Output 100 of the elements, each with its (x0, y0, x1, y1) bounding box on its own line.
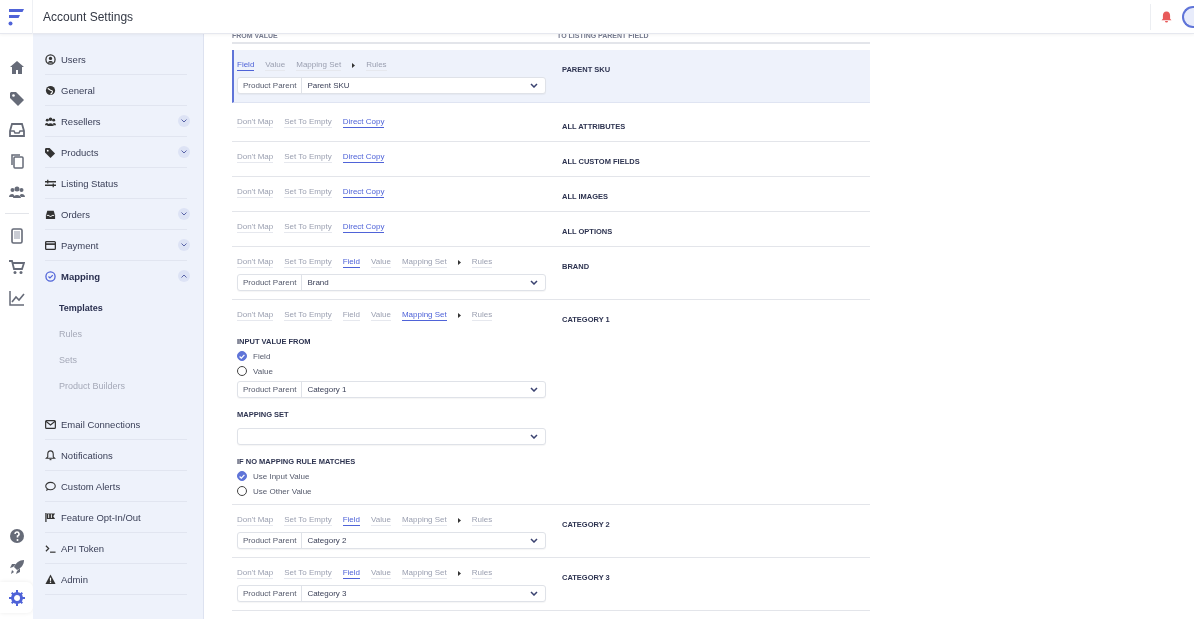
dropdown-field[interactable]: Product Parent Brand (237, 274, 546, 291)
mapping-option-tab[interactable]: Direct Copy (342, 151, 385, 163)
mapping-option-tab[interactable]: Value (265, 59, 286, 71)
dropdown-field[interactable]: Product Parent Category 3 (237, 585, 546, 602)
mapping-option-tab[interactable]: Set To Empty (284, 514, 332, 526)
chevron-down-icon (530, 280, 538, 285)
mapping-option-tab[interactable]: Rules (366, 59, 387, 71)
expand-toggle[interactable] (178, 115, 190, 127)
mapping-option-tab[interactable]: Value (371, 256, 391, 268)
mapping-option-tab[interactable]: Set To Empty (284, 309, 332, 321)
copy-icon[interactable] (8, 152, 25, 169)
mapping-option-tab[interactable]: Don't Map (237, 221, 274, 233)
chevron-down-icon (530, 538, 538, 543)
mapping-option-tab[interactable]: Field (342, 256, 360, 268)
sidebar-item[interactable]: API Token (45, 533, 193, 563)
radio-label: Field (253, 351, 271, 361)
chevron-down-icon (181, 243, 187, 247)
check-circle-icon (45, 270, 56, 282)
sidebar-item[interactable]: General (45, 75, 193, 105)
users-icon (45, 115, 56, 127)
mapping-option-tab[interactable]: Value (371, 514, 391, 526)
mapping-option-tab[interactable]: Direct Copy (342, 116, 385, 128)
mapping-option-tab[interactable]: Value (371, 309, 391, 321)
chevron-up-icon (181, 274, 187, 278)
submenu-item[interactable]: Sets (59, 347, 193, 373)
mapping-option-tab[interactable]: Mapping Set (401, 309, 447, 321)
help-icon[interactable] (8, 527, 25, 544)
mapping-option-tab[interactable]: Set To Empty (284, 256, 332, 268)
inbox-icon[interactable] (8, 121, 25, 138)
rocket-icon[interactable] (8, 558, 25, 575)
expand-toggle[interactable] (178, 146, 190, 158)
mapping-option-tab[interactable]: Set To Empty (284, 151, 332, 163)
globe-icon (45, 84, 56, 96)
mapping-option-tab[interactable]: Set To Empty (284, 186, 332, 198)
submenu-item[interactable]: Product Builders (59, 373, 193, 399)
sidebar-item[interactable]: Mapping (45, 261, 193, 291)
mapping-option-tab[interactable]: Set To Empty (284, 221, 332, 233)
mapping-option-tab[interactable]: Rules (471, 567, 493, 579)
submenu-item[interactable]: Templates (59, 295, 193, 321)
sliders-icon (45, 177, 56, 189)
radio-button[interactable] (237, 351, 247, 361)
sidebar-item[interactable]: Products (45, 137, 193, 167)
chevron-down-icon (181, 212, 187, 216)
expand-toggle[interactable] (178, 270, 190, 282)
mapping-option-tab[interactable]: Direct Copy (342, 186, 385, 198)
mapping-option-tab[interactable]: Field (342, 514, 360, 526)
expand-toggle[interactable] (178, 239, 190, 251)
mapping-option-tab[interactable]: Value (371, 567, 391, 579)
home-icon[interactable] (8, 59, 25, 76)
mapping-option-tab[interactable]: Don't Map (237, 309, 274, 321)
sidebar-item[interactable]: Email Connections (45, 409, 193, 439)
sidebar-item[interactable]: Notifications (45, 440, 193, 470)
mapping-option-tab[interactable]: Rules (471, 514, 493, 526)
sidebar-item[interactable]: Orders (45, 199, 193, 229)
mapping-option-tab[interactable]: Set To Empty (284, 116, 332, 128)
flag-icon (45, 511, 56, 523)
mapping-option-tab[interactable]: Mapping Set (401, 514, 447, 526)
expand-toggle[interactable] (178, 208, 190, 220)
dropdown-field[interactable] (237, 428, 546, 445)
terminal-icon (45, 542, 56, 554)
notification-bell-icon[interactable] (1161, 10, 1172, 23)
mapping-option-tab[interactable]: Rules (471, 256, 493, 268)
dropdown-field[interactable]: Product Parent Category 2 (237, 532, 546, 549)
settings-icon[interactable] (8, 589, 25, 606)
check-icon (239, 353, 245, 359)
envelope-icon (45, 418, 56, 430)
dropdown-field[interactable]: Product Parent Parent SKU (237, 77, 546, 94)
sidebar-item[interactable]: Custom Alerts (45, 471, 193, 501)
tablet-icon[interactable] (8, 227, 25, 244)
cart-icon[interactable] (8, 258, 25, 275)
mapping-option-tab[interactable]: Mapping Set (296, 59, 342, 71)
mapping-option-tab[interactable]: Don't Map (237, 151, 274, 163)
sidebar-item[interactable]: Admin (45, 564, 193, 594)
mapping-option-tab[interactable]: Field (237, 59, 255, 71)
mapping-option-tab[interactable]: Don't Map (237, 256, 274, 268)
credit-card-icon (45, 239, 56, 251)
sidebar-item[interactable]: Resellers (45, 106, 193, 136)
mapping-option-tab[interactable]: Mapping Set (401, 567, 447, 579)
mapping-option-tab[interactable]: Direct Copy (342, 221, 385, 233)
dropdown-field[interactable]: Product Parent Category 1 (237, 381, 546, 398)
sidebar-item[interactable]: Users (45, 44, 193, 74)
mapping-option-tab[interactable]: Field (342, 567, 360, 579)
tags-icon (45, 146, 56, 158)
mapping-option-tab[interactable]: Mapping Set (401, 256, 447, 268)
mapping-option-tab[interactable]: Field (342, 309, 360, 321)
mapping-option-tab[interactable]: Rules (471, 309, 493, 321)
tag-icon[interactable] (8, 90, 25, 107)
sidebar-item[interactable]: Listing Status (45, 168, 193, 198)
mapping-option-tab[interactable]: Don't Map (237, 186, 274, 198)
mapping-option-tab[interactable]: Set To Empty (284, 567, 332, 579)
line-chart-icon[interactable] (8, 289, 25, 306)
mapping-option-tab[interactable]: Don't Map (237, 116, 274, 128)
submenu-item[interactable]: Rules (59, 321, 193, 347)
logo-icon[interactable] (7, 6, 25, 27)
mapping-option-tab[interactable]: Don't Map (237, 514, 274, 526)
mapping-option-tab[interactable]: Don't Map (237, 567, 274, 579)
radio-button[interactable] (237, 471, 247, 481)
sidebar-item[interactable]: Feature Opt-In/Out (45, 502, 193, 532)
sidebar-item[interactable]: Payment (45, 230, 193, 260)
avatar[interactable] (1182, 5, 1194, 28)
